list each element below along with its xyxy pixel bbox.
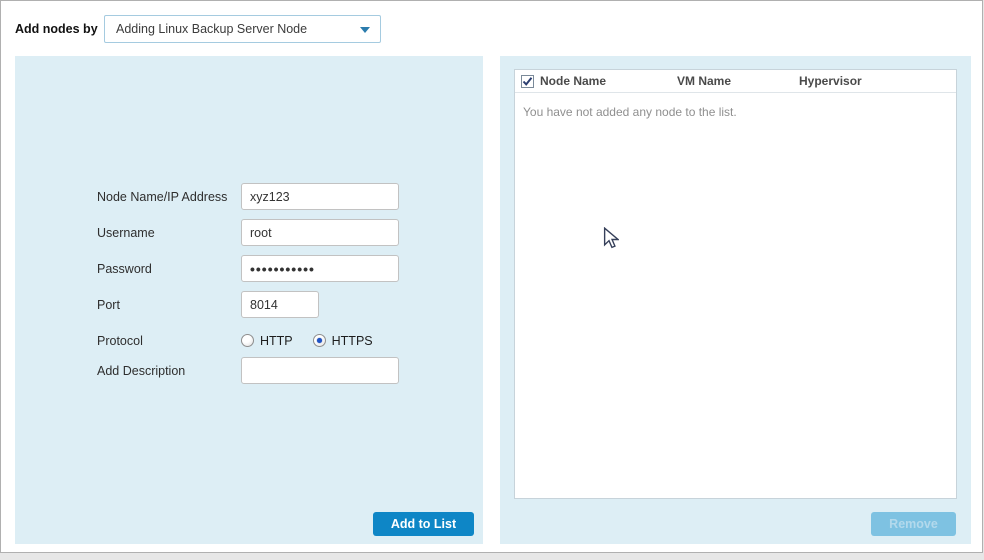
chevron-down-icon [360,27,370,33]
protocol-label: Protocol [97,333,143,348]
add-nodes-by-label: Add nodes by [15,22,98,36]
port-label: Port [97,297,120,312]
node-list-panel: Node Name VM Name Hypervisor You have no… [500,56,971,544]
node-name-input[interactable] [241,183,399,210]
port-input[interactable] [241,291,319,318]
username-input[interactable] [241,219,399,246]
select-all-cell [515,74,540,88]
password-row: Password [97,255,457,282]
column-header-hypervisor[interactable]: Hypervisor [799,74,956,88]
password-label: Password [97,261,152,276]
description-row: Add Description [97,357,457,384]
add-node-form-panel: Node Name/IP Address Username Password P… [15,56,483,544]
column-header-vm-name[interactable]: VM Name [677,74,799,88]
description-label: Add Description [97,363,186,378]
node-name-row: Node Name/IP Address [97,183,457,210]
node-name-label: Node Name/IP Address [97,189,228,204]
http-radio-label[interactable]: HTTP [260,334,293,348]
description-input[interactable] [241,357,399,384]
add-to-list-button[interactable]: Add to List [373,512,474,536]
add-nodes-dialog: Add nodes by Adding Linux Backup Server … [0,0,983,553]
protocol-row: Protocol HTTP HTTPS [97,327,457,354]
https-radio-label[interactable]: HTTPS [332,334,373,348]
node-table-header: Node Name VM Name Hypervisor [515,70,956,93]
empty-list-message: You have not added any node to the list. [523,105,737,119]
add-nodes-by-dropdown[interactable]: Adding Linux Backup Server Node [104,15,381,43]
node-table: Node Name VM Name Hypervisor You have no… [514,69,957,499]
select-all-checkbox[interactable] [521,74,534,88]
password-input[interactable] [241,255,399,282]
node-form: Node Name/IP Address Username Password P… [97,183,457,393]
check-icon [522,76,533,86]
column-header-node-name[interactable]: Node Name [540,74,677,88]
remove-button[interactable]: Remove [871,512,956,536]
https-radio[interactable] [312,334,326,347]
port-row: Port [97,291,457,318]
http-radio[interactable] [241,334,254,347]
username-label: Username [97,225,155,240]
username-row: Username [97,219,457,246]
dropdown-selected-value: Adding Linux Backup Server Node [116,22,308,36]
